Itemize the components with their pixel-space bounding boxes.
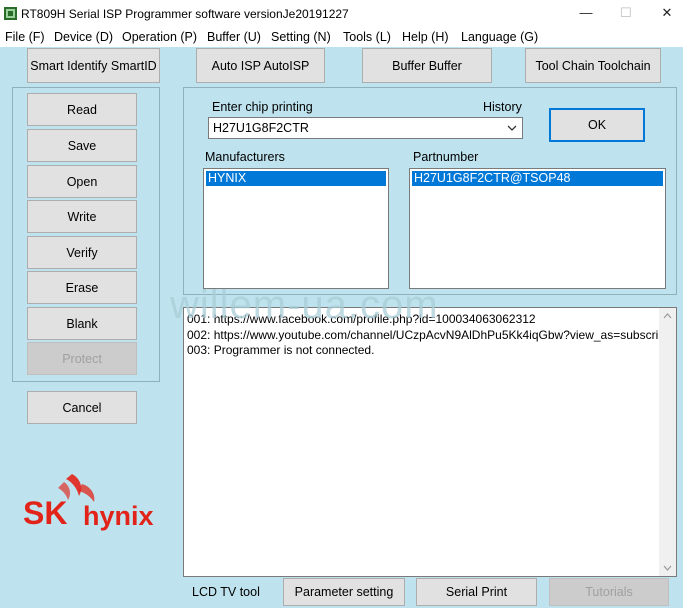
list-item[interactable]: H27U1G8F2CTR@TSOP48	[412, 171, 663, 186]
svg-text:SK: SK	[23, 495, 67, 531]
open-button[interactable]: Open	[27, 165, 137, 198]
svg-text:hynix: hynix	[83, 501, 154, 531]
menu-device[interactable]: Device (D)	[54, 30, 113, 44]
menu-buffer[interactable]: Buffer (U)	[207, 30, 261, 44]
menu-file[interactable]: File (F)	[5, 30, 45, 44]
list-item[interactable]: HYNIX	[206, 171, 386, 186]
verify-button[interactable]: Verify	[27, 236, 137, 269]
save-button[interactable]: Save	[27, 129, 137, 162]
menu-bar: File (F) Device (D) Operation (P) Buffer…	[0, 28, 683, 47]
close-button[interactable]: ✕	[657, 5, 677, 21]
enter-chip-label: Enter chip printing	[212, 100, 313, 114]
scroll-down-icon[interactable]	[663, 565, 672, 571]
chevron-down-icon[interactable]	[507, 125, 517, 132]
lcd-tv-tool-label: LCD TV tool	[192, 585, 260, 599]
minimize-button[interactable]: —	[576, 5, 596, 21]
chip-printing-combobox[interactable]: H27U1G8F2CTR	[208, 117, 523, 139]
buffer-button[interactable]: Buffer Buffer	[362, 48, 492, 83]
menu-language[interactable]: Language (G)	[461, 30, 538, 44]
vertical-scrollbar[interactable]	[659, 308, 676, 576]
partnumber-label: Partnumber	[413, 150, 479, 164]
auto-isp-button[interactable]: Auto ISP AutoISP	[196, 48, 325, 83]
menu-operation[interactable]: Operation (P)	[122, 30, 197, 44]
chip-printing-value: H27U1G8F2CTR	[213, 121, 309, 135]
log-line: 003: Programmer is not connected.	[187, 343, 375, 357]
read-button[interactable]: Read	[27, 93, 137, 126]
toolchain-button[interactable]: Tool Chain Toolchain	[525, 48, 661, 83]
scroll-up-icon[interactable]	[663, 313, 672, 319]
sk-hynix-logo: SK hynix	[22, 470, 162, 540]
manufacturers-list[interactable]: HYNIX	[203, 168, 389, 289]
blank-button[interactable]: Blank	[27, 307, 137, 340]
window-title: RT809H Serial ISP Programmer software ve…	[21, 7, 349, 21]
smart-identify-button[interactable]: Smart Identify SmartID	[27, 48, 160, 83]
cancel-button[interactable]: Cancel	[27, 391, 137, 424]
log-line: 001: https://www.facebook.com/profile.ph…	[187, 312, 536, 326]
log-line: 002: https://www.youtube.com/channel/UCz…	[187, 328, 676, 342]
menu-help[interactable]: Help (H)	[402, 30, 449, 44]
parameter-setting-button[interactable]: Parameter setting	[283, 578, 405, 606]
menu-tools[interactable]: Tools (L)	[343, 30, 391, 44]
tutorials-button[interactable]: Tutorials	[549, 578, 669, 606]
serial-print-button[interactable]: Serial Print	[416, 578, 537, 606]
erase-button[interactable]: Erase	[27, 271, 137, 304]
partnumber-list[interactable]: H27U1G8F2CTR@TSOP48	[409, 168, 666, 289]
history-label: History	[483, 100, 522, 114]
menu-setting[interactable]: Setting (N)	[271, 30, 331, 44]
maximize-button[interactable]: ☐	[616, 5, 636, 21]
log-output[interactable]: 001: https://www.facebook.com/profile.ph…	[183, 307, 677, 577]
write-button[interactable]: Write	[27, 200, 137, 233]
manufacturers-label: Manufacturers	[205, 150, 285, 164]
title-bar: RT809H Serial ISP Programmer software ve…	[0, 0, 683, 28]
ok-button[interactable]: OK	[549, 108, 645, 142]
protect-button[interactable]: Protect	[27, 342, 137, 375]
app-icon	[4, 7, 17, 20]
